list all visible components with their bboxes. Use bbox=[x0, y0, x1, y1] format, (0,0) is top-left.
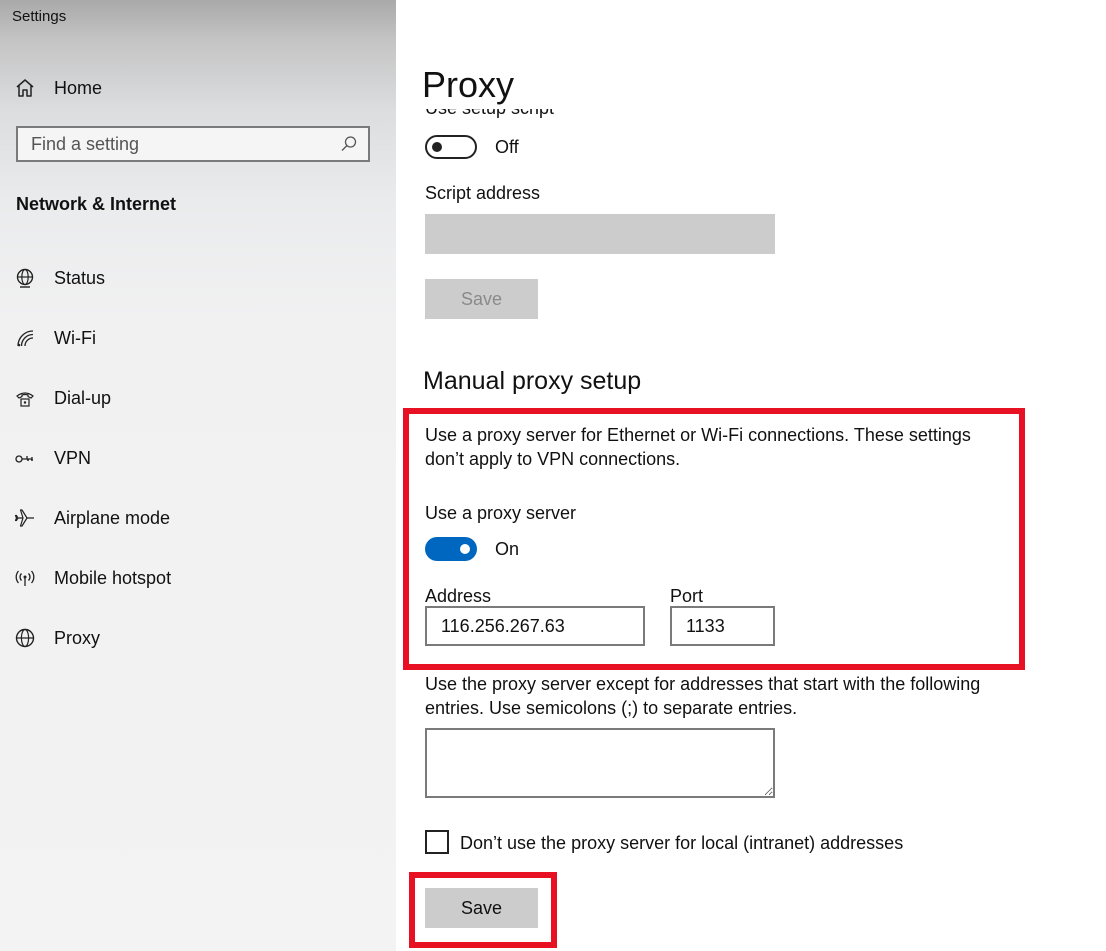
globe-status-icon bbox=[13, 266, 37, 290]
wifi-icon bbox=[13, 326, 37, 350]
sidebar-item-wifi[interactable]: Wi-Fi bbox=[0, 316, 396, 360]
sidebar-item-label: Wi-Fi bbox=[54, 327, 96, 348]
dialup-phone-icon bbox=[13, 386, 37, 410]
globe-icon bbox=[13, 626, 37, 650]
sidebar-item-home[interactable]: Home bbox=[0, 66, 396, 110]
local-addresses-label: Don’t use the proxy server for local (in… bbox=[460, 833, 904, 853]
sidebar-item-proxy[interactable]: Proxy bbox=[0, 616, 396, 660]
setup-script-toggle[interactable] bbox=[425, 135, 477, 159]
sidebar-item-airplane-mode[interactable]: Airplane mode bbox=[0, 496, 396, 540]
sidebar-item-label: Status bbox=[54, 267, 106, 288]
setup-script-toggle-state: Off bbox=[495, 137, 519, 157]
sidebar-section-title: Network & Internet bbox=[16, 194, 177, 214]
app-title: Settings bbox=[12, 8, 67, 25]
sidebar-item-label: Mobile hotspot bbox=[54, 567, 172, 588]
local-addresses-checkbox[interactable] bbox=[425, 830, 449, 854]
sidebar-item-label: Airplane mode bbox=[54, 507, 171, 528]
sidebar: Settings Home Network & Internet Status … bbox=[0, 0, 396, 951]
sidebar-item-mobile-hotspot[interactable]: Mobile hotspot bbox=[0, 556, 396, 600]
search-box[interactable] bbox=[16, 126, 370, 162]
sidebar-item-label: Dial-up bbox=[54, 387, 112, 408]
search-input[interactable] bbox=[18, 128, 341, 160]
sidebar-item-status[interactable]: Status bbox=[0, 256, 396, 300]
exceptions-description-line1: Use the proxy server except for addresse… bbox=[425, 674, 981, 694]
script-save-button[interactable]: Save bbox=[425, 279, 538, 319]
hotspot-icon bbox=[13, 566, 37, 590]
home-icon bbox=[13, 76, 37, 100]
main-content: Proxy Use setup script Off Script addres… bbox=[396, 0, 1106, 951]
highlight-frame-proxy-settings bbox=[403, 408, 1025, 670]
script-address-label: Script address bbox=[425, 183, 541, 203]
page-title: Proxy bbox=[422, 64, 515, 105]
script-address-input[interactable] bbox=[425, 214, 775, 254]
vpn-icon bbox=[13, 446, 37, 470]
exceptions-description-line2: entries. Use semicolons (;) to separate … bbox=[425, 698, 798, 718]
highlight-frame-save-button bbox=[409, 872, 557, 948]
sidebar-item-label: Home bbox=[54, 77, 103, 98]
sidebar-item-label: VPN bbox=[54, 447, 92, 468]
sidebar-item-vpn[interactable]: VPN bbox=[0, 436, 396, 480]
toggle-knob bbox=[432, 142, 442, 152]
airplane-icon bbox=[13, 506, 37, 530]
sidebar-item-label: Proxy bbox=[54, 627, 101, 648]
manual-proxy-heading: Manual proxy setup bbox=[423, 367, 642, 395]
search-icon[interactable] bbox=[340, 135, 358, 153]
exceptions-input[interactable] bbox=[425, 728, 775, 798]
sidebar-item-dialup[interactable]: Dial-up bbox=[0, 376, 396, 420]
